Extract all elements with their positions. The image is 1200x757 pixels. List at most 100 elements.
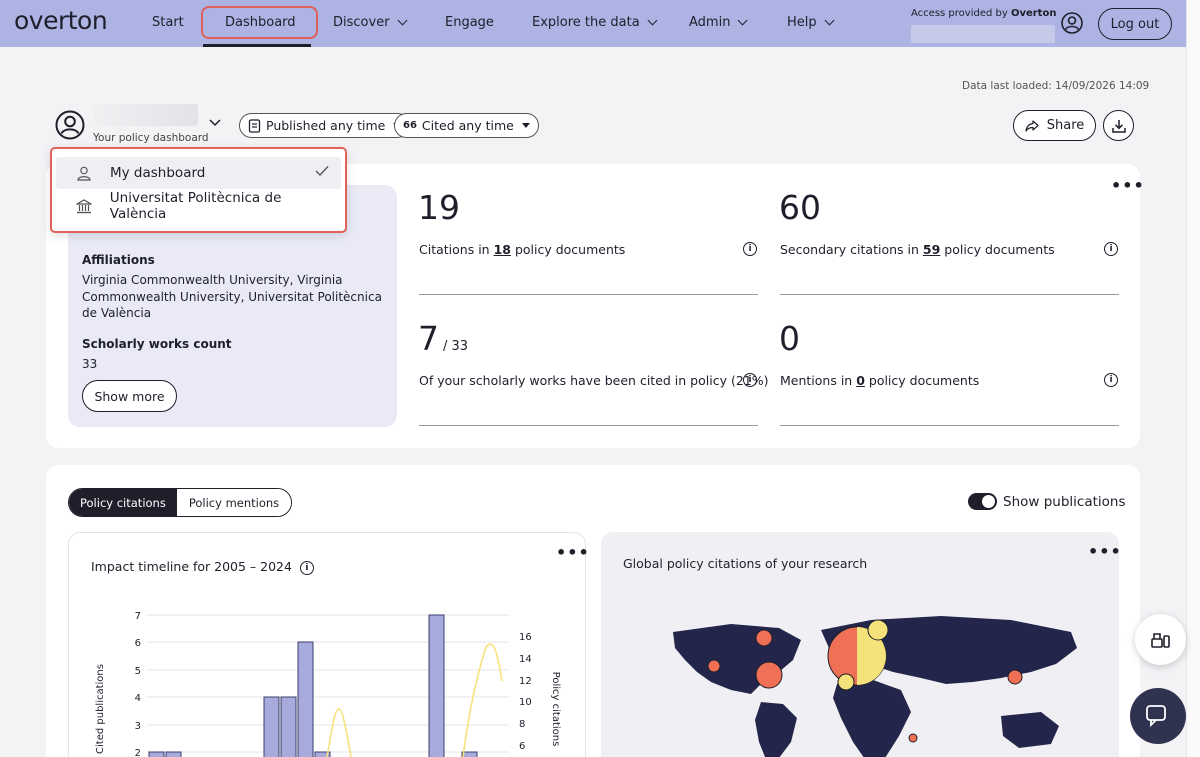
chat-button[interactable] [1130, 688, 1186, 744]
cited-filter-label: Cited any time [421, 118, 514, 133]
profile-name-redacted [94, 104, 198, 126]
citations-value: 19 [418, 188, 460, 227]
nav-admin[interactable]: Admin [689, 15, 748, 30]
show-publications-label: Show publications [1003, 494, 1126, 510]
info-icon[interactable]: i [1104, 373, 1118, 387]
bar [148, 751, 165, 757]
left-tick: 5 [135, 666, 141, 677]
profile-chevron-down-icon[interactable] [209, 119, 221, 127]
citations-docs-link[interactable]: 18 [494, 242, 511, 257]
published-filter[interactable]: Published any time [239, 113, 411, 138]
divider [780, 294, 1119, 295]
share-button[interactable]: Share [1013, 110, 1096, 141]
works-count-value: 33 [82, 357, 98, 371]
profile-avatar-icon [55, 110, 85, 140]
info-icon[interactable]: i [743, 242, 757, 256]
right-tick: 8 [519, 719, 525, 730]
overton-logo[interactable]: overton [14, 6, 108, 35]
bar [428, 614, 445, 757]
divider [780, 425, 1119, 426]
global-citations-map-card: Global policy citations of your research… [601, 532, 1121, 757]
citation-bubble[interactable] [908, 733, 918, 743]
nav-dashboard[interactable]: Dashboard [225, 15, 296, 30]
institution-icon [75, 198, 92, 213]
caret-down-icon [521, 123, 530, 128]
cited-filter[interactable]: 66 Cited any time [394, 113, 539, 138]
australia-shape [1001, 712, 1059, 748]
dropdown-item-label: Universitat Politècnica de València [109, 190, 282, 222]
tools-icon [1150, 632, 1170, 648]
citation-bubble[interactable] [1007, 669, 1023, 685]
mentions-docs-link[interactable]: 0 [856, 373, 865, 388]
share-label: Share [1046, 118, 1085, 133]
info-icon[interactable]: i [1104, 242, 1118, 256]
logout-button[interactable]: Log out [1098, 8, 1172, 40]
bar [263, 696, 280, 757]
dropdown-item-my-dashboard[interactable]: My dashboard [56, 157, 341, 189]
bar [297, 641, 314, 757]
nav-active-underline [203, 44, 311, 47]
data-last-loaded: Data last loaded: 14/09/2026 14:09 [962, 80, 1150, 92]
mentions-value: 0 [779, 319, 800, 358]
right-tick: 12 [519, 676, 532, 687]
nav-discover[interactable]: Discover [333, 15, 407, 30]
bar [165, 751, 182, 757]
tab-policy-mentions[interactable]: Policy mentions [176, 489, 292, 516]
citation-bubble[interactable] [867, 619, 889, 641]
works-cited-value: 7/ 33 [418, 319, 469, 358]
show-more-button[interactable]: Show more [82, 380, 177, 412]
y-left-axis-label: Cited publications [95, 664, 106, 754]
show-publications-toggle[interactable] [968, 493, 997, 510]
chevron-down-icon [397, 15, 407, 26]
person-icon [77, 166, 91, 181]
tab-policy-citations[interactable]: Policy citations [69, 489, 177, 516]
citation-type-tabs: Policy citations Policy mentions [68, 488, 293, 517]
left-tick: 4 [135, 693, 141, 704]
nav-engage[interactable]: Engage [445, 15, 494, 30]
citation-bubble[interactable] [755, 661, 783, 689]
citation-bubble[interactable] [837, 673, 855, 691]
chat-icon [1146, 705, 1166, 728]
divider [419, 294, 758, 295]
citation-bubble[interactable] [755, 629, 773, 647]
user-account-icon[interactable] [1061, 12, 1083, 34]
published-filter-label: Published any time [266, 118, 386, 133]
nav-explore-data[interactable]: Explore the data [532, 15, 658, 30]
world-map [673, 616, 1077, 757]
secondary-citations-value: 60 [779, 188, 821, 227]
right-tick: 16 [519, 632, 532, 643]
left-tick: 2 [135, 748, 141, 757]
more-options-icon[interactable]: ••• [1111, 178, 1145, 194]
secondary-citations-description: Secondary citations in 59 policy documen… [780, 242, 1055, 257]
south-america-shape [755, 702, 797, 757]
dropdown-item-label: My dashboard [110, 165, 206, 181]
page-scrollbar[interactable] [1186, 0, 1200, 757]
affiliations-value: Virginia Commonwealth University, Virgin… [82, 273, 382, 320]
dropdown-item-institution[interactable]: Universitat Politècnica de València [56, 190, 341, 222]
check-icon [315, 166, 329, 177]
citations-description: Citations in 18 policy documents [419, 242, 626, 257]
divider [419, 425, 758, 426]
impact-timeline-chart: Cited publications Policy citations 7 6 … [95, 611, 561, 757]
policy-citations-line [326, 708, 352, 757]
download-icon [1111, 119, 1126, 133]
north-america-shape [673, 624, 801, 694]
access-org-logo-placeholder [911, 25, 1055, 43]
secondary-docs-link[interactable]: 59 [923, 242, 940, 257]
citation-bubble[interactable] [707, 659, 721, 673]
nav-start[interactable]: Start [152, 15, 184, 30]
works-cited-description: Of your scholarly works have been cited … [419, 373, 769, 388]
access-provided: Access provided by Overton [911, 8, 1057, 19]
right-tick: 6 [519, 741, 525, 752]
left-tick: 6 [135, 638, 141, 649]
tools-button[interactable] [1135, 614, 1186, 665]
dashboard-switcher-dropdown: My dashboard Universitat Politècnica de … [50, 147, 347, 233]
info-icon[interactable]: i [743, 373, 757, 387]
africa-shape [833, 680, 911, 757]
quote-icon: 66 [403, 120, 417, 131]
left-tick: 3 [135, 721, 141, 732]
chevron-down-icon [647, 15, 658, 26]
left-tick: 7 [135, 611, 141, 622]
download-button[interactable] [1103, 110, 1134, 141]
nav-help[interactable]: Help [787, 15, 835, 30]
